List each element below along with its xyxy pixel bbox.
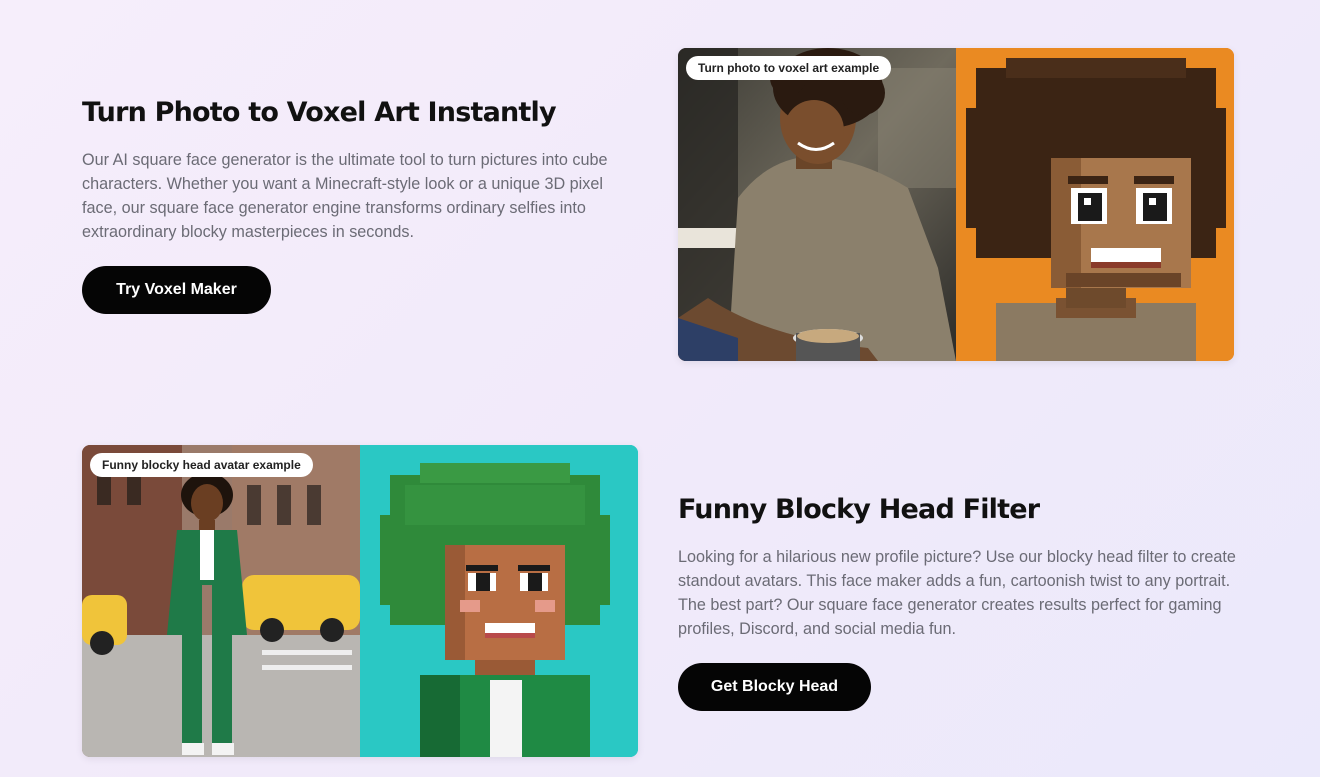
- get-blocky-head-button[interactable]: Get Blocky Head: [678, 663, 871, 711]
- try-voxel-maker-button[interactable]: Try Voxel Maker: [82, 266, 271, 314]
- original-photo-woman: [82, 445, 360, 757]
- feature-voxel-art-text: Turn Photo to Voxel Art Instantly Our AI…: [82, 96, 642, 314]
- feature-voxel-art-description: Our AI square face generator is the ulti…: [82, 151, 608, 241]
- voxel-art-example-image: Turn photo to voxel art example: [678, 48, 1234, 361]
- feature-blocky-head-description: Looking for a hilarious new profile pict…: [678, 548, 1236, 638]
- feature-voxel-art-title: Turn Photo to Voxel Art Instantly: [82, 97, 557, 128]
- feature-blocky-head-text: Funny Blocky Head Filter Looking for a h…: [678, 493, 1238, 711]
- blocky-head-example-image: Funny blocky head avatar example: [82, 445, 638, 757]
- image-caption-badge: Turn photo to voxel art example: [686, 56, 892, 80]
- blocky-avatar-woman: [360, 445, 638, 757]
- feature-blocky-head-title: Funny Blocky Head Filter: [678, 494, 1040, 525]
- image-caption-badge: Funny blocky head avatar example: [90, 453, 313, 477]
- voxel-avatar-man: [956, 48, 1234, 361]
- original-photo-man: [678, 48, 956, 361]
